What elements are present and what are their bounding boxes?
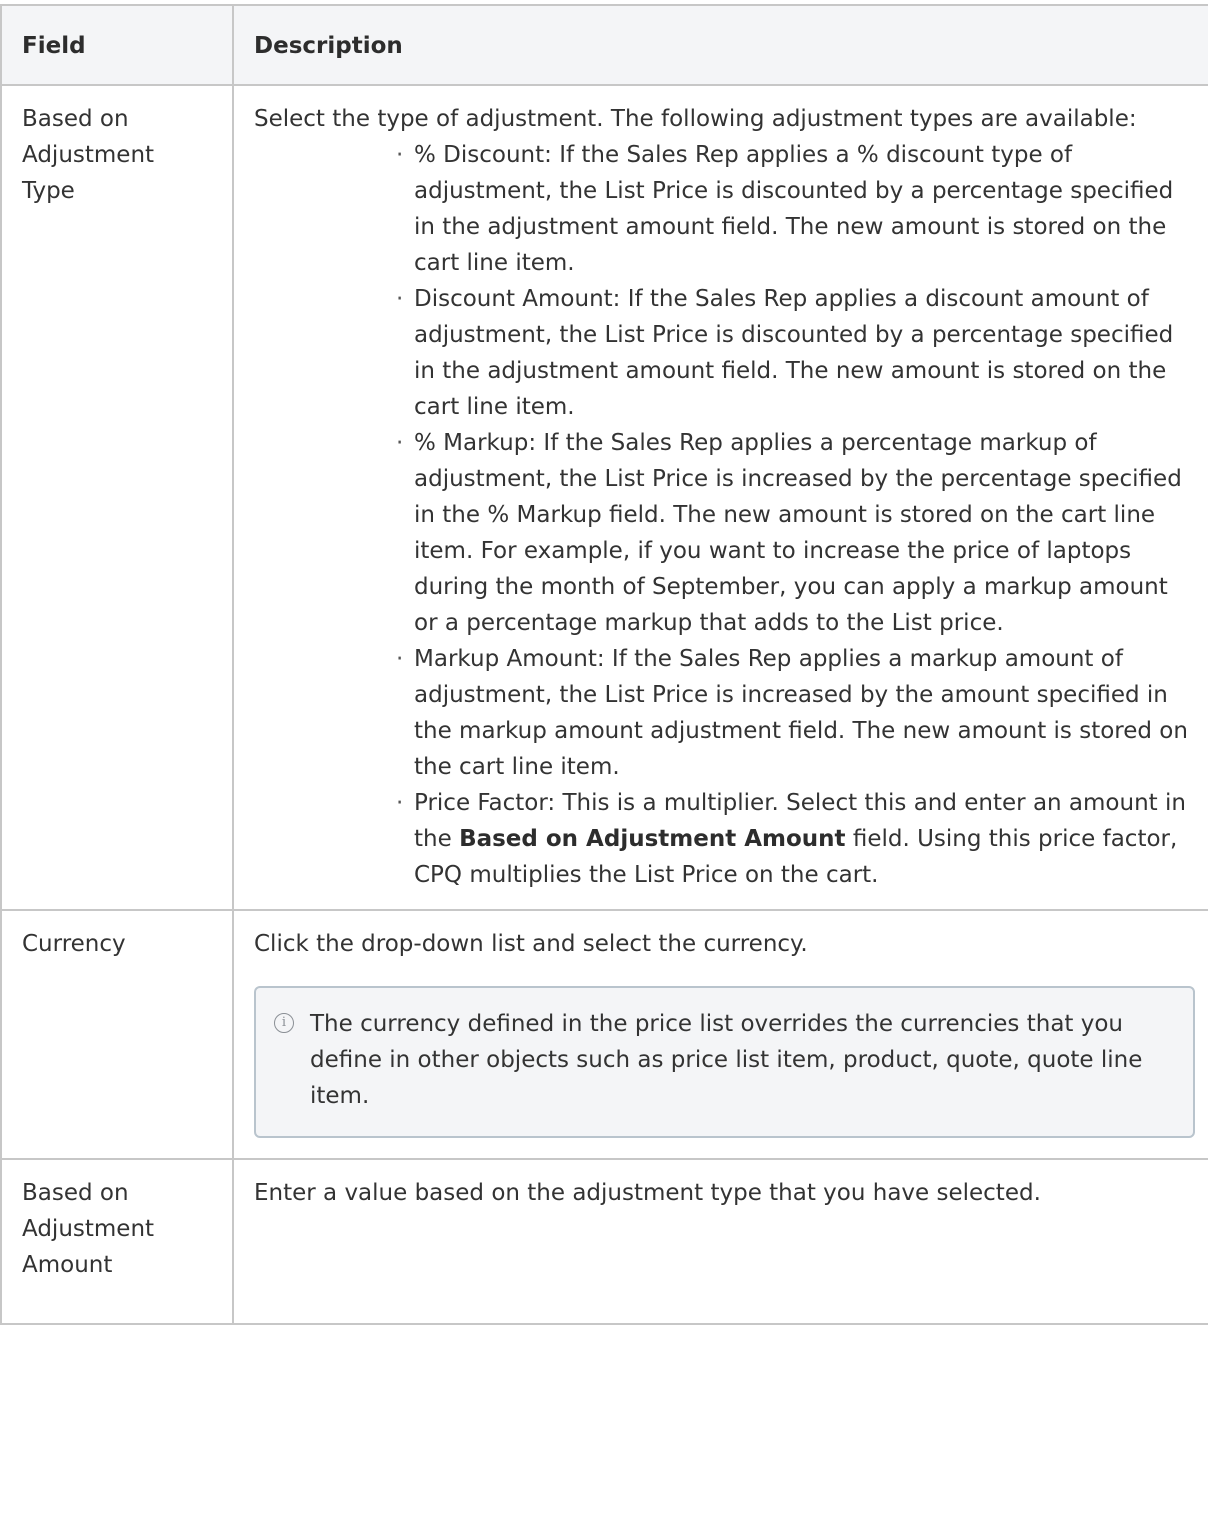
list-item-text: % Discount: If the Sales Rep applies a %…	[414, 142, 1174, 276]
table-row: Based on Adjustment Type Select the type…	[0, 84, 1208, 911]
description-intro: Select the type of adjustment. The follo…	[254, 106, 1137, 132]
info-circle-icon: i	[274, 1013, 294, 1033]
list-item: · Price Factor: This is a multiplier. Sel…	[396, 785, 1189, 893]
bullet-icon: ·	[396, 646, 404, 672]
note-text: The currency defined in the price list o…	[310, 1011, 1143, 1109]
table-row: Based on Adjustment Amount Enter a value…	[0, 1158, 1208, 1325]
info-note: i The currency defined in the price list…	[254, 986, 1195, 1138]
adjustment-types-list: · % Discount: If the Sales Rep applies a …	[254, 137, 1189, 893]
bullet-icon: ·	[396, 142, 404, 168]
bullet-icon: ·	[396, 430, 404, 456]
table-header-row: Field Description	[0, 4, 1208, 86]
header-field: Field	[0, 4, 234, 86]
description-currency: Click the drop-down list and select the …	[232, 909, 1208, 1160]
field-name-adjustment-type: Based on Adjustment Type	[0, 84, 234, 911]
list-item: · Discount Amount: If the Sales Rep appli…	[396, 281, 1189, 425]
list-item-text: Markup Amount: If the Sales Rep applies …	[414, 646, 1188, 780]
list-item-text: Discount Amount: If the Sales Rep applie…	[414, 286, 1174, 420]
fields-table: Field Description Based on Adjustment Ty…	[0, 4, 1208, 1325]
table-row: Currency Click the drop-down list and se…	[0, 909, 1208, 1160]
list-item: · % Discount: If the Sales Rep applies a …	[396, 137, 1189, 281]
description-adjustment-type: Select the type of adjustment. The follo…	[232, 84, 1208, 911]
description-adjustment-amount: Enter a value based on the adjustment ty…	[232, 1158, 1208, 1325]
bullet-icon: ·	[396, 790, 404, 816]
list-item: · Markup Amount: If the Sales Rep applies…	[396, 641, 1189, 785]
list-item-text: % Markup: If the Sales Rep applies a per…	[414, 430, 1182, 636]
list-item: · % Markup: If the Sales Rep applies a pe…	[396, 425, 1189, 641]
bullet-icon: ·	[396, 286, 404, 312]
header-description: Description	[232, 4, 1208, 86]
description-text: Click the drop-down list and select the …	[254, 931, 808, 957]
price-factor-bold: Based on Adjustment Amount	[459, 826, 846, 852]
field-name-currency: Currency	[0, 909, 234, 1160]
field-name-adjustment-amount: Based on Adjustment Amount	[0, 1158, 234, 1325]
